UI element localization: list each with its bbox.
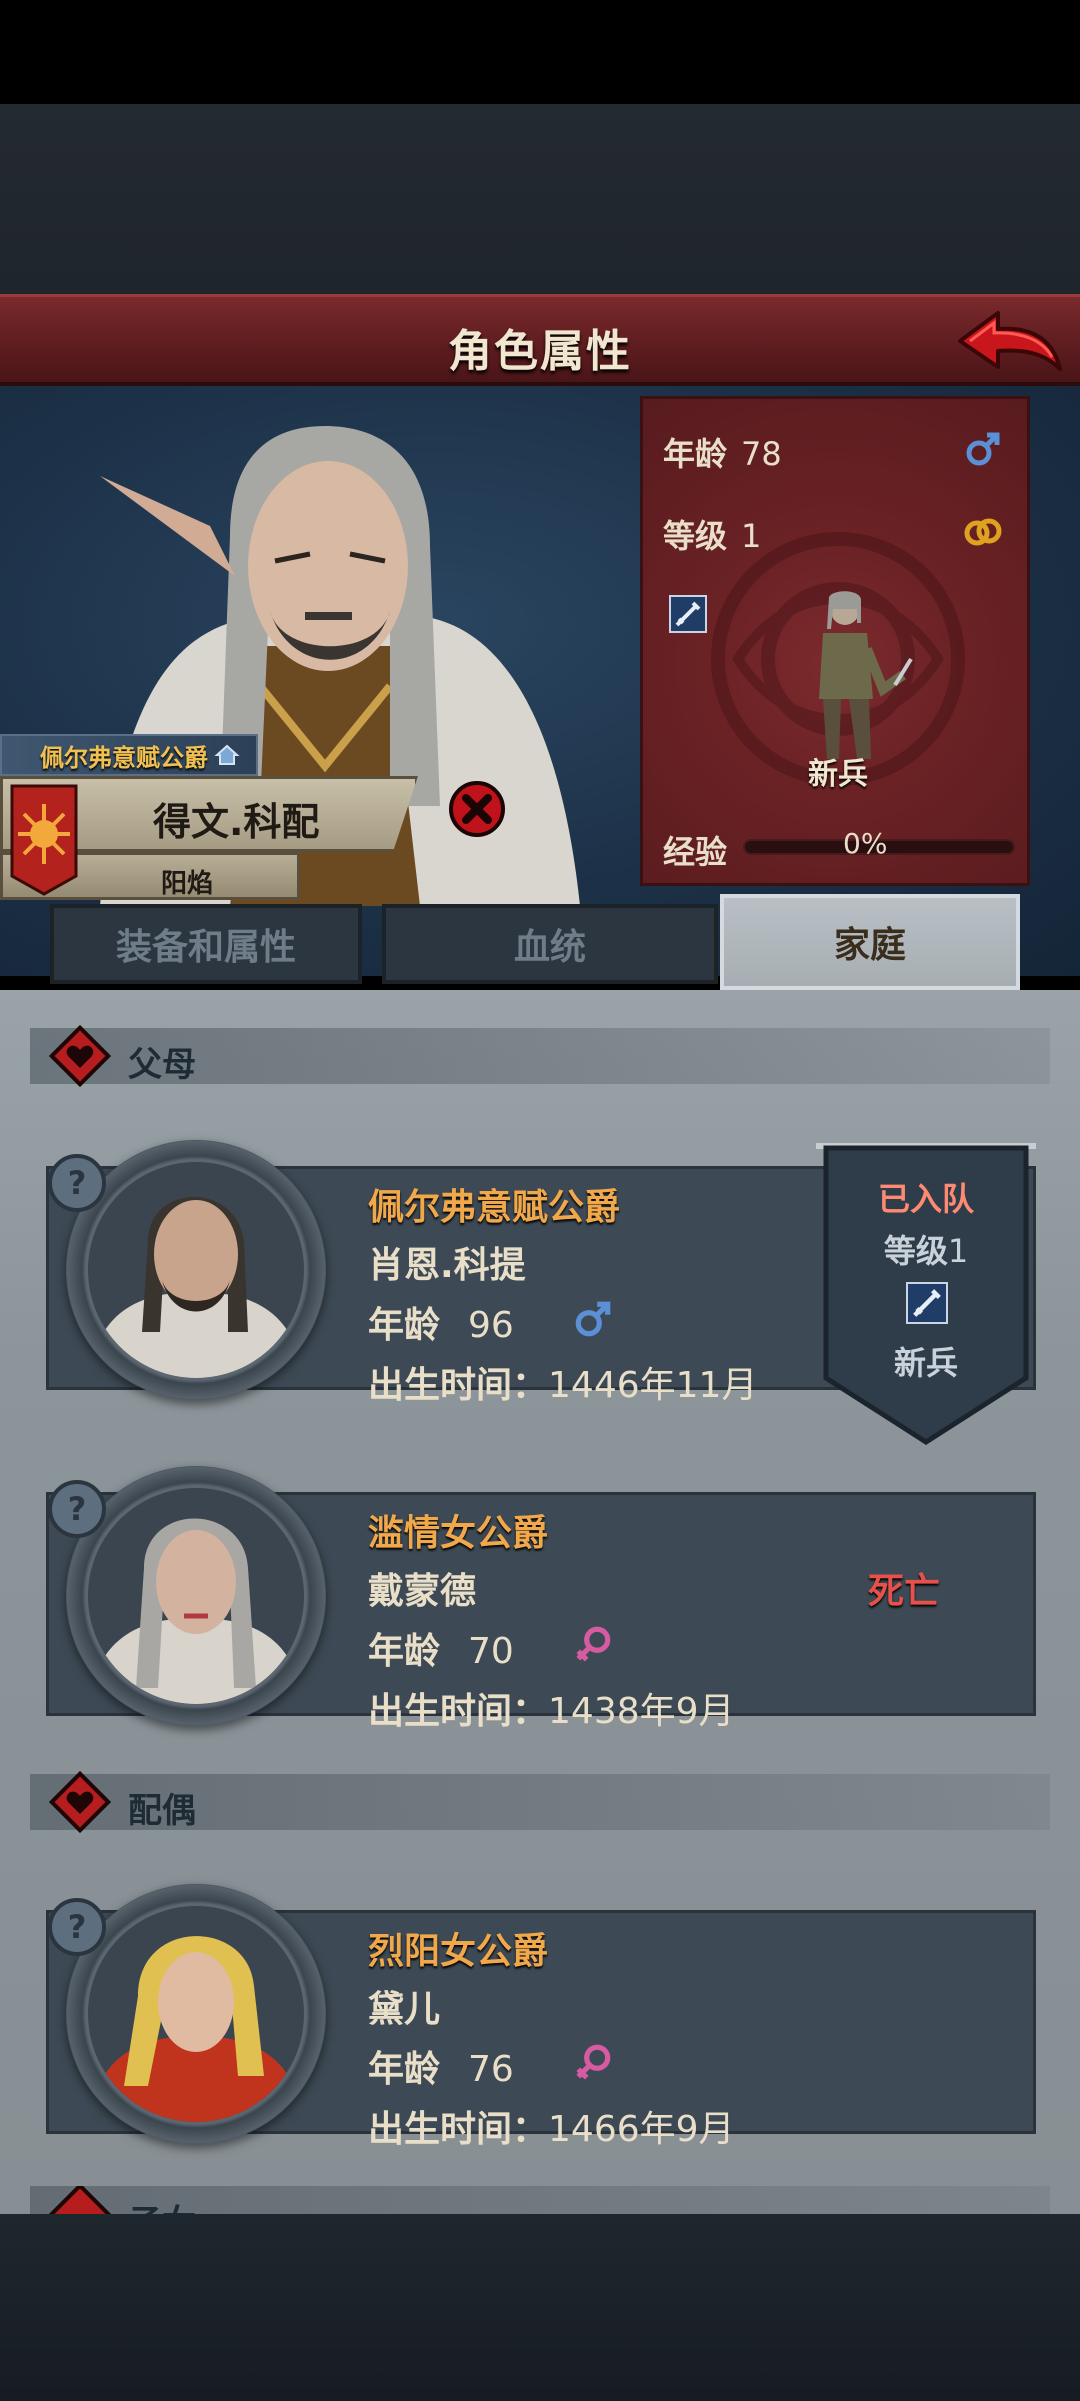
joined-status: 已入队 xyxy=(877,1180,974,1218)
section-spouse: 配偶 xyxy=(30,1770,1050,1834)
age-label: 年龄 xyxy=(663,435,728,473)
house-icon xyxy=(214,744,240,765)
back-button[interactable] xyxy=(956,305,1066,383)
joined-pennant: 已入队 等级1 新兵 xyxy=(816,1142,1036,1452)
age-value: 78 xyxy=(741,435,782,473)
age-row: 年龄 78 xyxy=(663,429,782,475)
joined-level: 等级1 xyxy=(883,1232,969,1270)
member-age: 年龄 70 xyxy=(368,1631,514,1672)
member-name: 黛儿 xyxy=(368,1989,441,2030)
member-title: 佩尔弗意赋公爵 xyxy=(368,1187,621,1228)
heart-icon xyxy=(48,2186,112,2214)
male-icon xyxy=(575,1301,611,1337)
tab-family[interactable]: 家庭 xyxy=(720,894,1020,990)
exp-value: 0% xyxy=(843,827,888,860)
member-birth: 出生时间：1446年11月 xyxy=(368,1365,758,1406)
member-portrait xyxy=(88,1488,304,1704)
member-title: 烈阳女公爵 xyxy=(368,1931,549,1972)
remove-button[interactable] xyxy=(448,780,506,838)
class-label: 新兵 xyxy=(808,757,868,792)
svg-text:?: ? xyxy=(68,1164,87,1202)
tab-bar: 装备和属性 血统 家庭 xyxy=(0,890,1080,990)
status-bar-area xyxy=(0,0,1080,104)
member-portrait xyxy=(88,1906,304,2122)
tab-equipment[interactable]: 装备和属性 xyxy=(50,904,362,984)
svg-text:?: ? xyxy=(68,1908,87,1946)
top-backdrop xyxy=(0,104,1080,294)
member-name: 肖恩.科提 xyxy=(368,1245,526,1286)
bottom-backdrop xyxy=(0,2214,1080,2401)
rings-icon xyxy=(964,518,1002,546)
exp-label: 经验 xyxy=(663,833,728,871)
level-value: 1 xyxy=(741,517,762,555)
rank-title-tag: 佩尔弗意赋公爵 xyxy=(0,734,258,776)
rank-title: 佩尔弗意赋公爵 xyxy=(40,743,208,772)
level-row: 等级 1 xyxy=(663,511,761,557)
member-title: 滥情女公爵 xyxy=(368,1513,549,1554)
section-children-label: 子女 xyxy=(128,2195,196,2214)
sword-class-icon xyxy=(669,595,707,633)
help-icon: ? xyxy=(48,1898,106,1956)
female-icon xyxy=(576,1626,611,1662)
member-birth: 出生时间：1438年9月 xyxy=(368,1691,735,1732)
back-arrow-icon xyxy=(958,311,1062,371)
stats-panel: 年龄 78 等级 1 新兵 经验 0% xyxy=(640,396,1030,886)
section-spouse-label: 配偶 xyxy=(128,1791,196,1831)
help-icon: ? xyxy=(48,1154,106,1212)
member-name: 戴蒙德 xyxy=(368,1571,477,1612)
faction-banner-icon xyxy=(10,784,78,896)
sword-class-icon xyxy=(906,1282,948,1324)
member-portrait xyxy=(88,1162,304,1378)
female-icon xyxy=(576,2044,611,2080)
section-children: 子女 xyxy=(30,2186,1050,2214)
title-bar: 角色属性 xyxy=(0,294,1080,386)
male-icon xyxy=(966,432,1000,466)
deceased-status: 死亡 xyxy=(868,1571,941,1612)
svg-text:?: ? xyxy=(68,1490,87,1528)
family-member-card[interactable]: ? 滥情女公爵 戴蒙德 年龄 70 出生时间：1438年9月 死亡 xyxy=(46,1466,1036,1732)
tab-bloodline[interactable]: 血统 xyxy=(382,904,718,984)
page-title: 角色属性 xyxy=(448,326,632,377)
heart-icon xyxy=(48,1770,112,1834)
help-icon: ? xyxy=(48,1480,106,1538)
member-age: 年龄 76 xyxy=(368,2049,514,2090)
hero-panel: 佩尔弗意赋公爵 得文.科配 阳焰 年龄 78 等级 1 新兵 经验 0% xyxy=(0,386,1080,976)
section-parents: 父母 xyxy=(30,1024,1050,1088)
section-parents-label: 父母 xyxy=(128,1045,196,1085)
close-icon xyxy=(449,781,505,837)
hero-name: 得文.科配 xyxy=(153,800,320,844)
heart-icon xyxy=(48,1024,112,1088)
member-birth: 出生时间：1466年9月 xyxy=(368,2109,735,2150)
level-label: 等级 xyxy=(663,517,728,555)
member-age: 年龄 96 xyxy=(368,1305,514,1346)
joined-class: 新兵 xyxy=(893,1344,958,1382)
family-member-card[interactable]: ? 烈阳女公爵 黛儿 年龄 76 出生时间：1466年9月 xyxy=(46,1884,1036,2150)
